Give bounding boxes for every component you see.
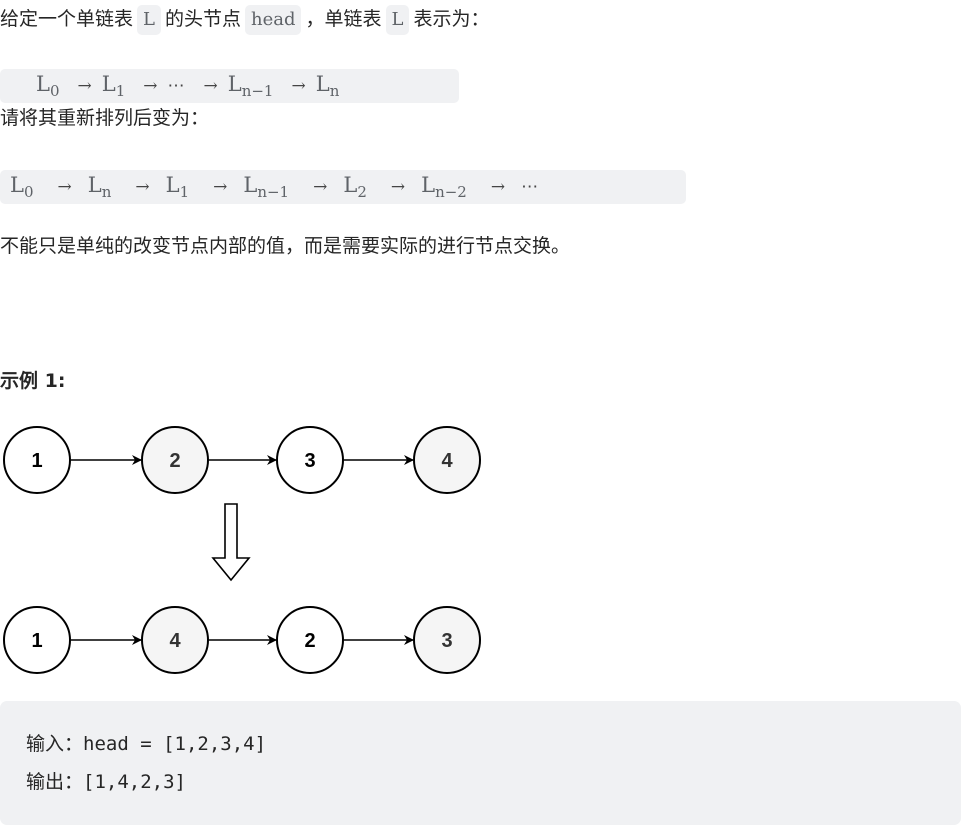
list-node-value: 2 [169,450,180,472]
formula-term: Ln−2 [421,173,467,201]
formula-term: L1 [165,173,190,201]
formula-term: L2 [343,173,367,201]
example-title: 示例 1: [0,370,66,392]
intro-paragraph: 给定一个单链表 L 的头节点 head ，单链表 L 表示为： [0,4,489,35]
list-node-value: 1 [31,630,42,652]
formula-arrow: → [203,76,218,96]
example-code-block: 输入：head = [1,2,3,4] 输出：[1,4,2,3] [0,701,961,825]
output-label: 输出： [26,771,84,793]
formula-term: Ln−1 [243,173,290,201]
example-output-line: 输出：[1,4,2,3] [26,767,186,797]
formula-arrow: → [213,177,228,197]
diagram-row-after: 1 4 2 3 [3,606,481,674]
formula-arrow: → [135,177,150,197]
formula-term: L0 [36,72,60,100]
formula-term: Ln [87,173,112,201]
note-paragraph: 不能只是单纯的改变节点内部的值，而是需要实际的进行节点交换。 [0,235,571,257]
formula-term: L0 [10,173,34,201]
intro-text-1: 给定一个单链表 [0,8,134,30]
list-node-value: 2 [304,630,315,652]
list-node-value: 3 [304,450,315,472]
linked-list-diagram: 1 2 3 4 1 4 2 3 [3,426,481,674]
formula-arrow: → [77,76,92,96]
formula-term: L1 [101,72,126,100]
transform-down-arrow-icon [211,503,251,582]
formula-term: Ln [315,72,340,100]
intro-text-3: ，单链表 [305,8,382,30]
intro-text-4: 表示为： [413,8,490,30]
input-value: head = [1,2,3,4] [83,733,267,755]
list-node-value: 1 [31,450,42,472]
formula-ellipsis: ⋯ [167,76,186,96]
formula-arrow: → [490,177,506,197]
inline-code-L-2: L [385,5,410,35]
output-value: [1,4,2,3] [83,771,186,793]
rearrange-label: 请将其重新排列后变为： [0,107,210,129]
formula-ellipsis: ⋯ [521,177,540,197]
formula-reordered-list: L0 → Ln → L1 → Ln−1 → L2 → Ln−2 → ⋯ [0,170,686,204]
diagram-row-before: 1 2 3 4 [3,426,481,494]
input-label: 输入： [26,733,84,755]
example-input-line: 输入：head = [1,2,3,4] [26,729,266,759]
list-node-value: 4 [169,630,181,652]
formula-original-list: L0 → L1 → ⋯ → Ln−1 → Ln [0,69,459,103]
inline-code-head: head [244,5,302,35]
formula-arrow: → [291,76,306,96]
inline-code-L: L [137,5,161,35]
formula-arrow: → [313,177,328,197]
formula-term: Ln−1 [227,72,274,100]
list-node-value: 3 [441,630,452,652]
formula-arrow: → [143,76,158,96]
formula-arrow: → [57,177,72,197]
formula-arrow: → [390,177,406,197]
intro-text-2: 的头节点 [164,8,241,30]
list-node-value: 4 [441,450,453,472]
